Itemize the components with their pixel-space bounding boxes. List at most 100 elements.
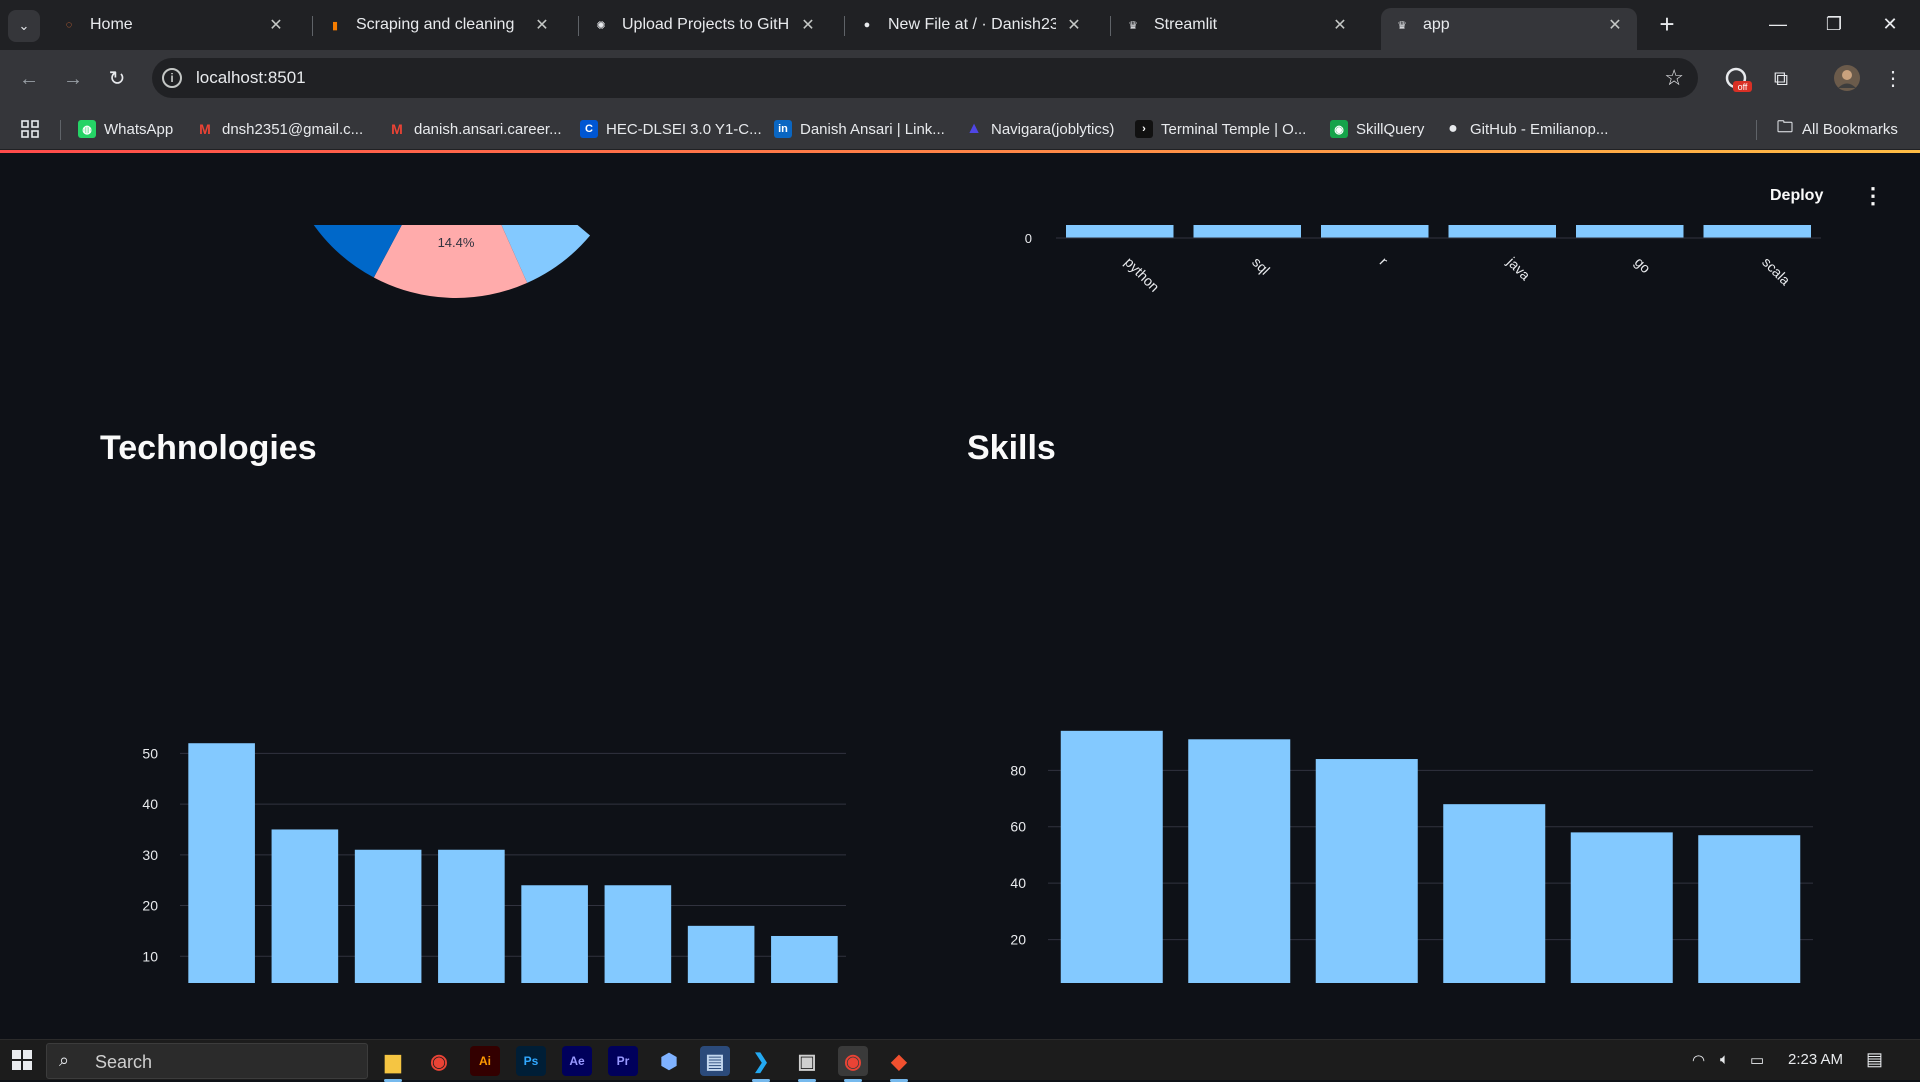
bookmark-label: SkillQuery: [1356, 120, 1425, 138]
extensions-puzzle-icon[interactable]: ⧉: [1766, 64, 1796, 94]
close-tab-icon[interactable]: ✕: [266, 15, 286, 35]
y-tick-label: 20: [1010, 932, 1026, 948]
bar: [1576, 225, 1684, 238]
x-tick-label: java: [1503, 253, 1533, 283]
coursera-icon: C: [580, 120, 598, 138]
bar-communicate: [1570, 832, 1673, 983]
arrow-left-icon: ←: [19, 68, 39, 90]
profile-avatar[interactable]: [1832, 64, 1862, 94]
bookmark-item[interactable]: ◉ SkillQuery: [1330, 118, 1424, 140]
tab-search-button[interactable]: ⌄: [8, 10, 40, 42]
chrome-active-icon[interactable]: ◉: [838, 1046, 868, 1082]
volume-icon[interactable]: 🔈︎: [1720, 1051, 1729, 1068]
technologies-bar-chart: 01020304050awstensorflowazurepytorchspar…: [142, 743, 846, 983]
tab-separator: [1110, 16, 1111, 36]
back-button[interactable]: ←: [14, 64, 44, 94]
y-tick-label: 40: [1010, 875, 1026, 891]
tab-5[interactable]: ♛ app ✕: [1381, 8, 1637, 50]
tab-title: New File at / · Danish2351/: [888, 16, 1056, 33]
close-tab-icon[interactable]: ✕: [1605, 15, 1625, 35]
taskbar-search-box[interactable]: ⌕ Search: [46, 1043, 368, 1079]
y-tick-label: 30: [142, 847, 158, 863]
bar-aws: [188, 743, 255, 983]
forward-button[interactable]: →: [58, 64, 88, 94]
url-text[interactable]: localhost:8501: [196, 68, 306, 88]
new-tab-button[interactable]: +: [1652, 10, 1682, 40]
tab-strip: ⌄ ◌ Home ✕ ▮ Scraping and cleaning ✕ ✺ Upload P…: [0, 0, 1920, 50]
tab-4[interactable]: ♛ Streamlit ✕: [1112, 8, 1362, 42]
bar-tensorflow: [271, 829, 339, 983]
bookmark-label: Terminal Temple | O...: [1161, 120, 1307, 138]
windows-taskbar: ⌕ Search ▆ ◉ Ai Ps Ae Pr ⬢ ▤ ❯ ▣ ◉ ◆ ◠ 🔈︎ ▭ 2:23 AM…: [0, 1039, 1920, 1082]
tab-title: Streamlit: [1154, 16, 1218, 33]
streamlit-icon: ♛: [1397, 19, 1407, 32]
close-window-button[interactable]: ✕: [1862, 6, 1918, 42]
windows-start-icon[interactable]: [12, 1050, 32, 1070]
navigara-icon: ▲: [966, 120, 982, 137]
bookmark-item[interactable]: C HEC-DLSEI 3.0 Y1-C...: [580, 118, 762, 140]
chevron-down-icon: ⌄: [18, 18, 30, 33]
tab-separator: [578, 16, 579, 36]
premiere-icon[interactable]: Pr: [608, 1046, 638, 1076]
reload-button[interactable]: ↻: [102, 64, 132, 94]
battery-icon[interactable]: ▭: [1750, 1051, 1764, 1069]
gmail-icon: M: [199, 121, 211, 137]
terminal-icon: ›: [1135, 120, 1153, 138]
extension-off-icon[interactable]: off: [1722, 64, 1752, 94]
bookmark-item[interactable]: in Danish Ansari | Link...: [774, 118, 945, 140]
network-icon[interactable]: ◠: [1692, 1051, 1705, 1069]
bookmark-item[interactable]: ▲ Navigara(joblytics): [965, 118, 1114, 140]
close-tab-icon[interactable]: ✕: [798, 15, 818, 35]
bookmarks-bar: ◍ WhatsApp Mdnsh2351@gmail.c... Mdanish.ans…: [0, 108, 1920, 150]
github-icon: ●: [1448, 120, 1458, 137]
illustrator-icon[interactable]: Ai: [470, 1046, 500, 1076]
close-tab-icon[interactable]: ✕: [1064, 15, 1084, 35]
git-icon[interactable]: ◆: [884, 1046, 914, 1082]
streamlit-app: Deploy ⋮ 14.4% python sql r java go scala 0 Te…: [0, 153, 1920, 1039]
bookmark-label: WhatsApp: [104, 120, 174, 138]
tab-title: app: [1423, 16, 1450, 33]
restore-button[interactable]: ❐: [1806, 6, 1862, 42]
bookmark-label: GitHub - Emilianop...: [1470, 120, 1609, 138]
after-effects-icon[interactable]: Ae: [562, 1046, 592, 1076]
tab-3[interactable]: ● New File at / · Danish2351/ ✕: [846, 8, 1096, 42]
bar: [1703, 225, 1811, 238]
bar-statistics: [1188, 739, 1291, 983]
all-bookmarks-button[interactable]: 🗀 All Bookmarks: [1776, 118, 1898, 140]
bookmark-item[interactable]: ◍ WhatsApp: [78, 118, 173, 140]
spinner-icon: ◌: [65, 19, 73, 31]
notifications-icon[interactable]: ▤: [1866, 1049, 1883, 1070]
bar: [1193, 225, 1301, 238]
address-bar[interactable]: i localhost:8501 ☆: [152, 58, 1698, 98]
bar-pytorch: [438, 849, 505, 983]
chrome-icon[interactable]: ◉: [424, 1046, 454, 1076]
bookmark-item[interactable]: Mdnsh2351@gmail.c...: [196, 118, 363, 140]
streamlit-icon: ♛: [1128, 19, 1138, 32]
browser-menu-icon[interactable]: ⋮: [1878, 64, 1908, 94]
tab-0[interactable]: ◌ Home ✕: [48, 8, 298, 42]
tab-2[interactable]: ✺ Upload Projects to GitHub ✕: [580, 8, 830, 42]
bookmark-item[interactable]: › Terminal Temple | O...: [1135, 118, 1306, 140]
bookmark-star-icon[interactable]: ☆: [1664, 65, 1684, 91]
minimize-button[interactable]: —: [1750, 6, 1806, 42]
skills-heading: Skills: [967, 429, 1056, 467]
terminal-app-icon[interactable]: ▣: [792, 1046, 822, 1082]
y-tick-label: 20: [142, 898, 158, 914]
close-tab-icon[interactable]: ✕: [1330, 15, 1350, 35]
bar-numpy: [687, 925, 755, 983]
x-tick-label: sql: [1249, 254, 1273, 278]
virtualbox-icon[interactable]: ⬢: [654, 1046, 684, 1076]
close-tab-icon[interactable]: ✕: [532, 15, 552, 35]
photoshop-icon[interactable]: Ps: [516, 1046, 546, 1076]
vscode-icon[interactable]: ❯: [746, 1046, 776, 1082]
apps-grid-icon[interactable]: [20, 118, 40, 140]
site-info-icon[interactable]: i: [162, 68, 182, 88]
file-explorer-icon[interactable]: ▆: [378, 1046, 408, 1082]
clock-time[interactable]: 2:23 AM: [1788, 1051, 1843, 1068]
tab-separator: [844, 16, 845, 36]
bookmark-item[interactable]: ● GitHub - Emilianop...: [1444, 118, 1608, 140]
svg-text:off: off: [1738, 82, 1748, 92]
bookmark-item[interactable]: Mdanish.ansari.career...: [388, 118, 561, 140]
tab-1[interactable]: ▮ Scraping and cleaning ✕: [314, 8, 564, 42]
ssms-icon[interactable]: ▤: [700, 1046, 730, 1076]
